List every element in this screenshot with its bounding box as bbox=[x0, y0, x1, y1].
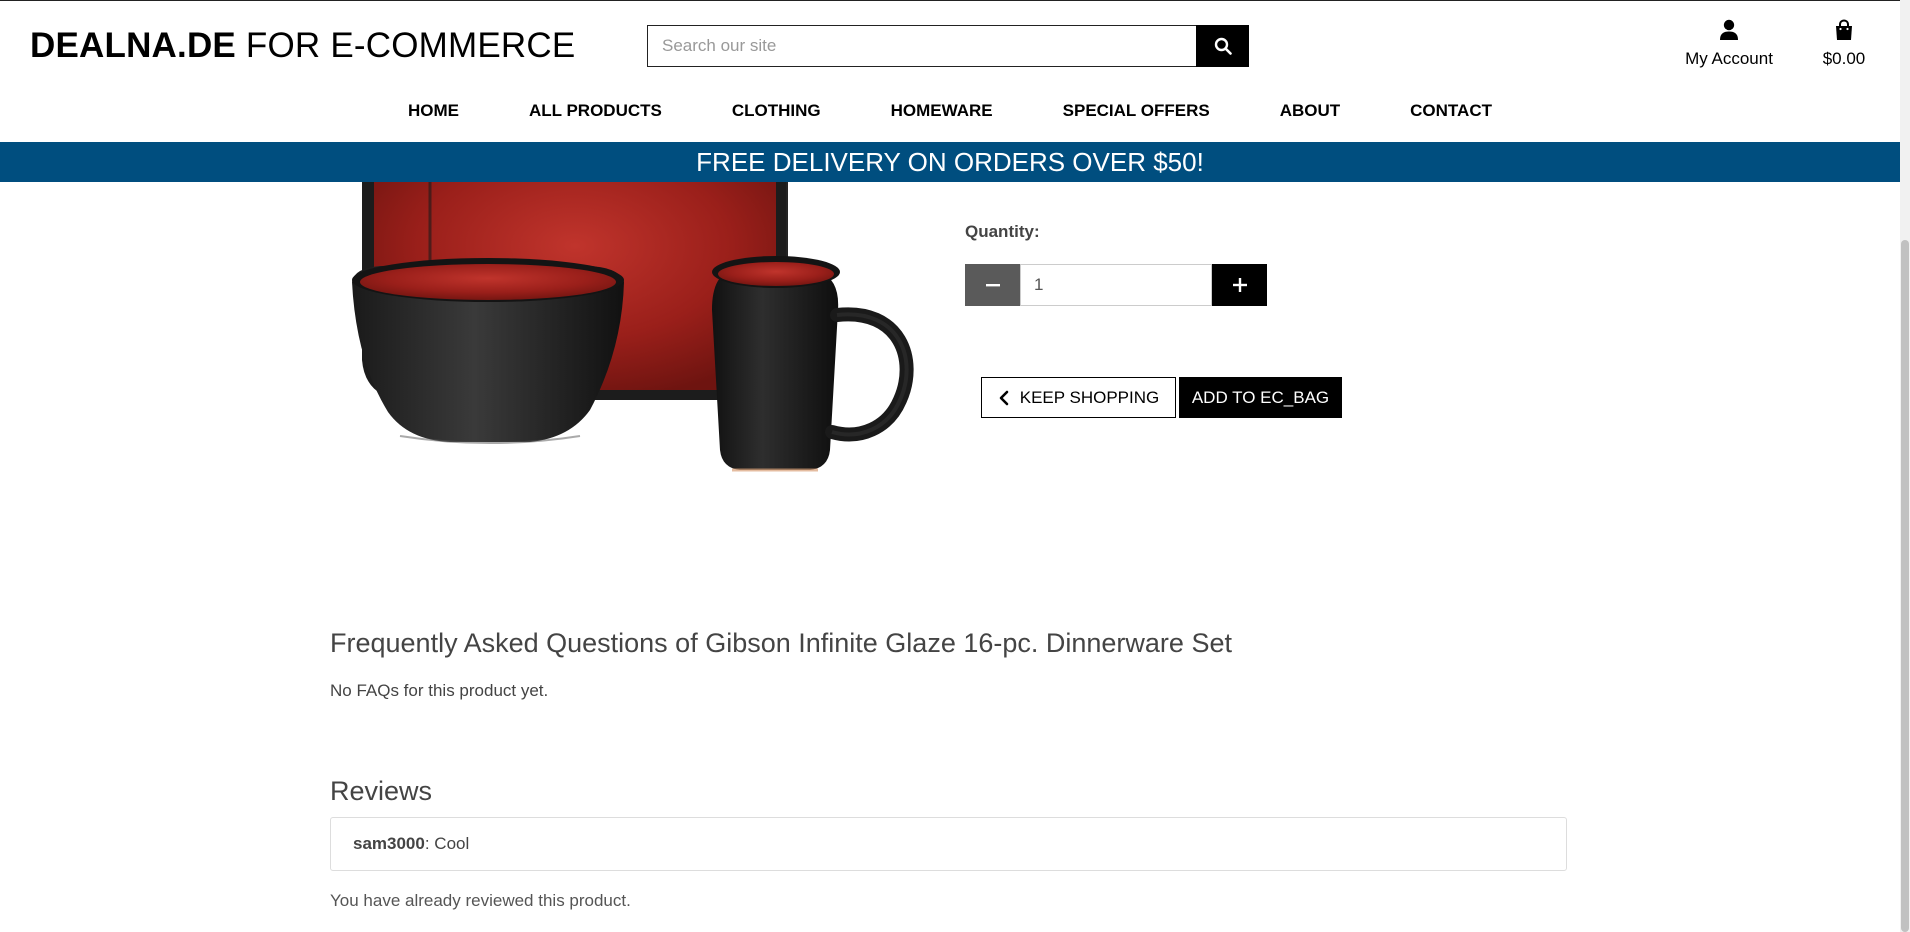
search-form bbox=[647, 25, 1249, 67]
logo-brand: DEALNA.DE bbox=[30, 26, 236, 65]
shopping-bag-link[interactable]: $0.00 bbox=[1820, 19, 1868, 69]
nav-item-homeware[interactable]: HOMEWARE bbox=[856, 99, 1028, 123]
nav-item-special-offers[interactable]: SPECIAL OFFERS bbox=[1028, 99, 1245, 123]
site-header: DEALNA.DE FOR E-COMMERCE My Account $0.0… bbox=[0, 0, 1900, 142]
faq-empty-message: No FAQs for this product yet. bbox=[330, 681, 549, 700]
review-author: sam3000 bbox=[353, 834, 425, 853]
site-logo[interactable]: DEALNA.DE FOR E-COMMERCE bbox=[30, 26, 575, 66]
promo-banner: FREE DELIVERY ON ORDERS OVER $50! bbox=[0, 142, 1900, 182]
chevron-left-icon bbox=[999, 390, 1009, 405]
user-icon bbox=[1720, 19, 1738, 40]
search-icon bbox=[1214, 37, 1232, 55]
my-account-label: My Account bbox=[1685, 49, 1773, 68]
nav-item-clothing[interactable]: CLOTHING bbox=[697, 99, 856, 123]
product-image bbox=[352, 150, 914, 472]
keep-shopping-button[interactable]: KEEP SHOPPING bbox=[981, 377, 1176, 418]
increase-quantity-button[interactable] bbox=[1212, 264, 1267, 306]
minus-icon bbox=[985, 284, 1000, 287]
nav-item-contact[interactable]: CONTACT bbox=[1375, 99, 1527, 123]
quantity-stepper bbox=[965, 264, 1267, 306]
already-reviewed-message: You have already reviewed this product. bbox=[330, 891, 631, 910]
logo-tagline: FOR E-COMMERCE bbox=[245, 26, 576, 65]
bag-total: $0.00 bbox=[1822, 49, 1866, 68]
search-input[interactable] bbox=[647, 25, 1196, 67]
nav-item-home[interactable]: HOME bbox=[373, 99, 494, 123]
my-account-link[interactable]: My Account bbox=[1682, 19, 1776, 69]
faq-title: Frequently Asked Questions of Gibson Inf… bbox=[330, 628, 1232, 658]
review-item: sam3000: Cool bbox=[330, 817, 1567, 871]
shopping-bag-icon bbox=[1836, 19, 1852, 40]
plus-icon bbox=[1232, 278, 1247, 292]
main-nav: HOME ALL PRODUCTS CLOTHING HOMEWARE SPEC… bbox=[0, 99, 1900, 123]
nav-item-about[interactable]: ABOUT bbox=[1245, 99, 1375, 123]
review-text: : Cool bbox=[424, 834, 470, 853]
page-scrollbar-thumb[interactable] bbox=[1901, 240, 1909, 932]
decrease-quantity-button[interactable] bbox=[965, 264, 1020, 306]
reviews-title: Reviews bbox=[330, 776, 433, 806]
search-button[interactable] bbox=[1196, 25, 1249, 67]
nav-item-all-products[interactable]: ALL PRODUCTS bbox=[494, 99, 697, 123]
quantity-input[interactable] bbox=[1020, 264, 1212, 306]
add-to-bag-button[interactable]: ADD TO EC_BAG bbox=[1179, 377, 1342, 418]
keep-shopping-label: KEEP SHOPPING bbox=[1019, 387, 1160, 407]
quantity-label: Quantity: bbox=[965, 222, 1040, 241]
